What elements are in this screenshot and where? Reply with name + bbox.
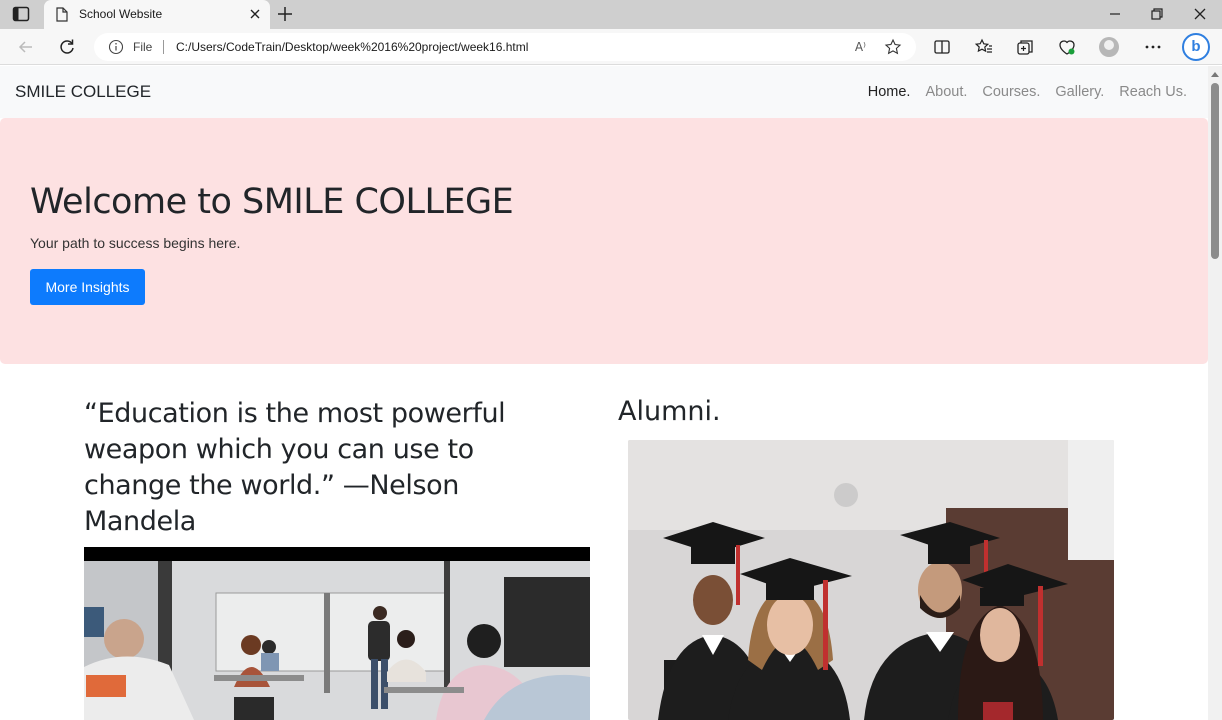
bing-copilot-icon[interactable]: b (1182, 33, 1210, 61)
nav-link-reach-us[interactable]: Reach Us. (1119, 84, 1187, 100)
more-insights-button[interactable]: More Insights (30, 269, 145, 305)
read-aloud-icon[interactable]: A⁾ (855, 40, 866, 54)
address-separator (163, 40, 164, 54)
minimize-icon[interactable] (1106, 6, 1124, 22)
tab-title: School Website (79, 7, 163, 21)
back-icon[interactable] (16, 37, 36, 57)
close-tab-icon[interactable] (248, 7, 262, 21)
classroom-image (84, 547, 590, 720)
restore-icon[interactable] (1148, 6, 1166, 22)
hero-jumbotron: Welcome to SMILE COLLEGE Your path to su… (0, 118, 1208, 364)
page-viewport: SMILE COLLEGE Home. About. Courses. Gall… (0, 66, 1222, 720)
scroll-up-arrow-icon[interactable] (1211, 72, 1219, 77)
tab-actions-icon[interactable] (12, 6, 30, 22)
hero-title: Welcome to SMILE COLLEGE (30, 182, 514, 222)
scrollbar-thumb[interactable] (1211, 83, 1219, 259)
nav-link-home[interactable]: Home. (868, 84, 911, 100)
alumni-graduates-image (628, 440, 1114, 720)
new-tab-icon[interactable] (276, 5, 294, 23)
browser-tabstrip: School Website (0, 0, 1222, 29)
close-window-icon[interactable] (1191, 6, 1209, 22)
browser-essentials-icon[interactable] (1057, 37, 1077, 57)
browser-toolbar: File C:/Users/CodeTrain/Desktop/week%201… (0, 29, 1222, 65)
site-navbar: SMILE COLLEGE Home. About. Courses. Gall… (0, 66, 1208, 118)
split-screen-icon[interactable] (932, 37, 952, 57)
address-prefix: File (133, 40, 153, 54)
alumni-heading: Alumni. (618, 396, 721, 427)
address-bar[interactable]: File C:/Users/CodeTrain/Desktop/week%201… (94, 33, 916, 61)
browser-tab[interactable]: School Website (44, 0, 270, 29)
info-icon[interactable] (108, 39, 124, 55)
collections-icon[interactable] (1015, 37, 1035, 57)
nav-link-gallery[interactable]: Gallery. (1055, 84, 1104, 100)
nav-link-courses[interactable]: Courses. (982, 84, 1040, 100)
more-options-icon[interactable] (1143, 37, 1163, 57)
refresh-icon[interactable] (57, 37, 77, 57)
profile-avatar-icon[interactable] (1099, 37, 1119, 57)
page-scrollbar[interactable] (1208, 66, 1222, 720)
url-text[interactable]: C:/Users/CodeTrain/Desktop/week%2016%20p… (176, 40, 528, 54)
nav-links: Home. About. Courses. Gallery. Reach Us. (853, 84, 1187, 100)
site-brand[interactable]: SMILE COLLEGE (15, 82, 151, 102)
page-icon (56, 7, 68, 22)
mandela-quote: “Education is the most powerful weapon w… (84, 398, 506, 537)
hero-subtitle: Your path to success begins here. (30, 235, 241, 251)
favorites-icon[interactable] (974, 37, 994, 57)
favorite-star-icon[interactable] (884, 38, 902, 56)
nav-link-about[interactable]: About. (925, 84, 967, 100)
